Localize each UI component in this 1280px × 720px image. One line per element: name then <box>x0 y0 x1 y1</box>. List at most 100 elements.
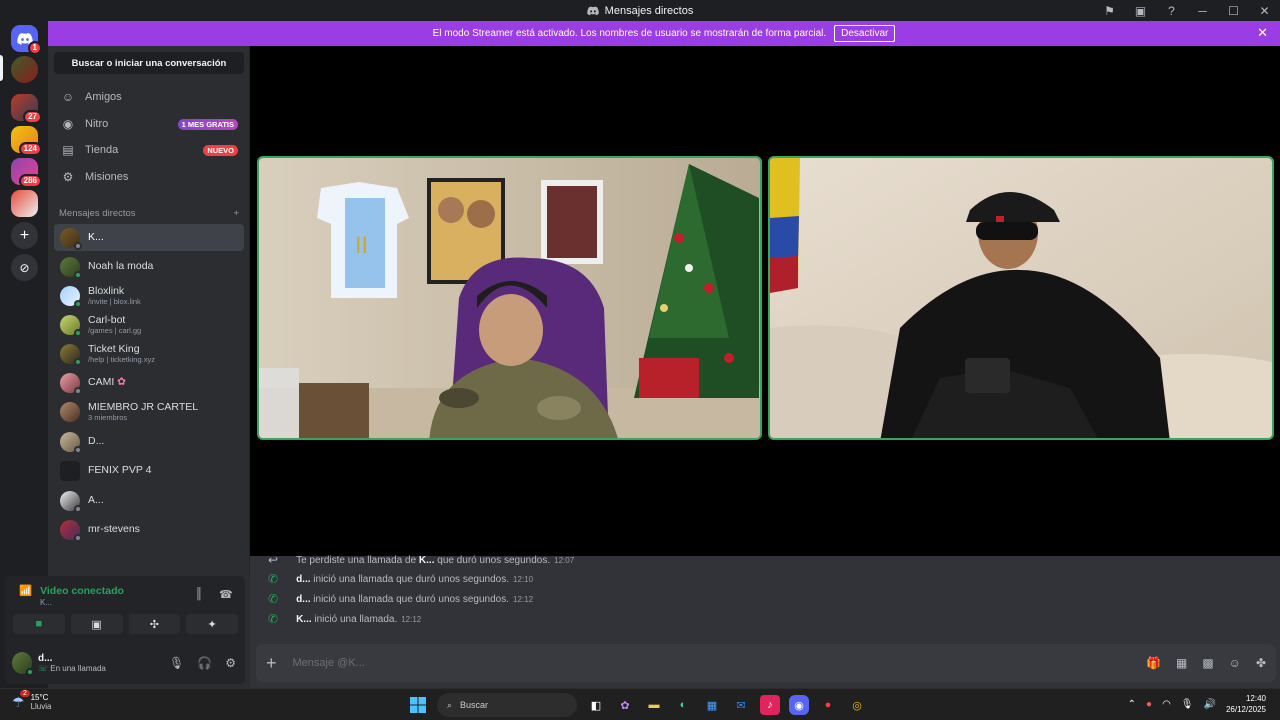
task-view-icon[interactable]: ◧ <box>586 695 606 715</box>
soundboard-button[interactable]: ✦ <box>186 614 238 634</box>
voice-status-label[interactable]: Video conectado <box>40 585 124 597</box>
dm-item[interactable]: mr-stevens <box>54 516 244 543</box>
share-screen-button[interactable]: ▣ <box>70 614 123 634</box>
chat-area: ↩ Te perdiste una llamada de K... que du… <box>250 553 1280 688</box>
dm-name: Noah la moda <box>88 260 154 272</box>
message-user[interactable]: K... <box>296 614 312 625</box>
dm-item[interactable]: MIEMBRO JR CARTEL 3 miembros <box>54 398 244 425</box>
file-explorer-icon[interactable]: ▬ <box>644 695 664 715</box>
dm-item[interactable]: A... <box>54 487 244 514</box>
copilot-icon[interactable]: ✿ <box>615 695 635 715</box>
tray-app-icon[interactable]: ● <box>1146 699 1152 710</box>
emoji-icon[interactable]: ☺ <box>1229 656 1241 670</box>
screen-share-icon[interactable]: ▣ <box>1125 4 1156 18</box>
help-icon[interactable]: ? <box>1156 4 1187 18</box>
phone-call-icon: ✆ <box>268 612 279 626</box>
dm-item[interactable]: FENIX PVP 4 <box>54 457 244 484</box>
mic-tray-icon[interactable]: 🎙 <box>1181 699 1194 710</box>
taskbar-search-label: Buscar <box>460 700 489 710</box>
voice-channel: K... <box>40 598 53 607</box>
close-banner-icon[interactable]: ✕ <box>1257 25 1268 41</box>
message-input[interactable]: + Mensaje @K... 🎁 ▦ ▩ ☺ ✤ <box>256 644 1276 682</box>
apps-icon[interactable]: ✤ <box>1256 656 1266 670</box>
dm-item[interactable]: K... <box>54 224 244 251</box>
avatar <box>60 227 82 250</box>
microphone-icon[interactable]: 🎙 <box>169 656 184 670</box>
video-tile-right[interactable] <box>768 156 1274 440</box>
message-time: 12:07 <box>554 555 575 565</box>
disconnect-call-icon[interactable]: ☎ <box>219 588 233 601</box>
dm-item[interactable]: Carl-bot /games | carl.gg <box>54 311 244 338</box>
home-button[interactable]: 1 <box>11 25 42 55</box>
avatar <box>60 372 82 395</box>
dm-item[interactable]: Noah la moda <box>54 253 244 280</box>
message-time: 12:12 <box>513 594 534 604</box>
nav-friends[interactable]: ☺ Amigos <box>54 85 244 109</box>
settings-gear-icon[interactable]: ⚙ <box>225 656 236 670</box>
chevron-up-icon[interactable]: ⌃ <box>1128 699 1136 710</box>
inbox-icon[interactable]: ⚑ <box>1094 4 1125 18</box>
find-conversation-button[interactable]: Buscar o iniciar una conversación <box>54 52 244 74</box>
gift-icon[interactable]: 🎁 <box>1146 656 1161 670</box>
message-user[interactable]: d... <box>296 574 310 585</box>
dm-item[interactable]: Bloxlink /invite | blox.link <box>54 282 244 309</box>
gif-icon[interactable]: ▦ <box>1176 656 1187 670</box>
nav-shop-label: Tienda <box>85 144 119 156</box>
message-user[interactable]: d... <box>296 594 310 605</box>
sticker-icon[interactable]: ▩ <box>1202 656 1213 670</box>
dm-item[interactable]: CAMI ✿ <box>54 369 244 396</box>
attach-plus-icon[interactable]: + <box>266 653 277 674</box>
store-icon[interactable]: ▦ <box>702 695 722 715</box>
dm-item[interactable]: D... <box>54 428 244 455</box>
search-icon: ⌕ <box>447 699 453 710</box>
nav-nitro[interactable]: ◉ Nitro 1 MES GRATIS <box>54 112 244 136</box>
minimize-button[interactable]: ─ <box>1187 4 1218 18</box>
edge-icon[interactable]: ◐ <box>673 695 693 715</box>
server-3[interactable]: 124 <box>11 126 42 156</box>
group-avatar <box>60 460 80 481</box>
explore-button[interactable]: ⊘ <box>11 254 38 281</box>
svg-text:II: II <box>355 234 368 259</box>
maximize-button[interactable]: ☐ <box>1218 4 1249 18</box>
message-placeholder: Mensaje @K... <box>292 657 365 669</box>
activities-button[interactable]: ✣ <box>128 614 181 634</box>
close-window-button[interactable]: ✕ <box>1249 4 1280 18</box>
dm-name: Bloxlink <box>88 284 125 297</box>
chrome-icon[interactable]: ◎ <box>847 695 867 715</box>
dm-members: 3 miembros <box>88 412 128 422</box>
outlook-icon[interactable]: ✉ <box>731 695 751 715</box>
nav-quests[interactable]: ⚙ Misiones <box>54 165 244 189</box>
server-5[interactable] <box>11 190 38 217</box>
add-server-button[interactable]: + <box>11 222 38 249</box>
camera-toggle-button[interactable]: ■ <box>13 614 65 634</box>
server-2[interactable]: 27 <box>11 94 42 124</box>
video-tile-left[interactable]: II <box>257 156 762 440</box>
signal-icon: 📶 <box>19 585 33 597</box>
create-dm-icon[interactable]: + <box>233 208 239 219</box>
message-user[interactable]: K... <box>419 555 435 566</box>
phone-icon: ☏ <box>38 664 49 673</box>
start-button[interactable] <box>408 695 428 715</box>
clock-time: 12:40 <box>1245 694 1266 703</box>
dm-status: /invite | blox.link <box>88 296 141 306</box>
nav-shop[interactable]: ▤ Tienda NUEVO <box>54 138 244 162</box>
nitro-icon: ◉ <box>62 117 74 131</box>
weather-widget[interactable]: ☂ 2 15°C Lluvia <box>12 689 51 711</box>
server-avatar-1[interactable] <box>11 56 38 83</box>
server-4[interactable]: 286 <box>11 158 42 188</box>
dm-item[interactable]: Ticket King /help | ticketking.xyz <box>54 340 244 367</box>
app-icon[interactable]: ● <box>818 695 838 715</box>
wifi-icon[interactable]: ◠ <box>1162 699 1171 710</box>
tiktok-icon[interactable]: ♪ <box>760 695 780 715</box>
deactivate-button[interactable]: Desactivar <box>834 25 896 42</box>
discord-taskbar-icon[interactable]: ◉ <box>789 695 809 715</box>
headphones-icon[interactable]: 🎧 <box>197 656 212 670</box>
temperature: 15°C <box>30 693 49 702</box>
volume-icon[interactable]: 🔊 <box>1204 699 1216 710</box>
noise-suppression-icon[interactable]: ║ <box>195 588 203 600</box>
avatar[interactable] <box>12 652 34 676</box>
taskbar-search[interactable]: ⌕ Buscar <box>437 693 577 717</box>
voice-panel: 📶 Video conectado K... ║ ☎ ■ ▣ ✣ ✦ d... … <box>5 576 245 684</box>
dm-name: MIEMBRO JR CARTEL <box>88 400 199 413</box>
clock[interactable]: 12:40 26/12/2025 <box>1226 693 1266 715</box>
